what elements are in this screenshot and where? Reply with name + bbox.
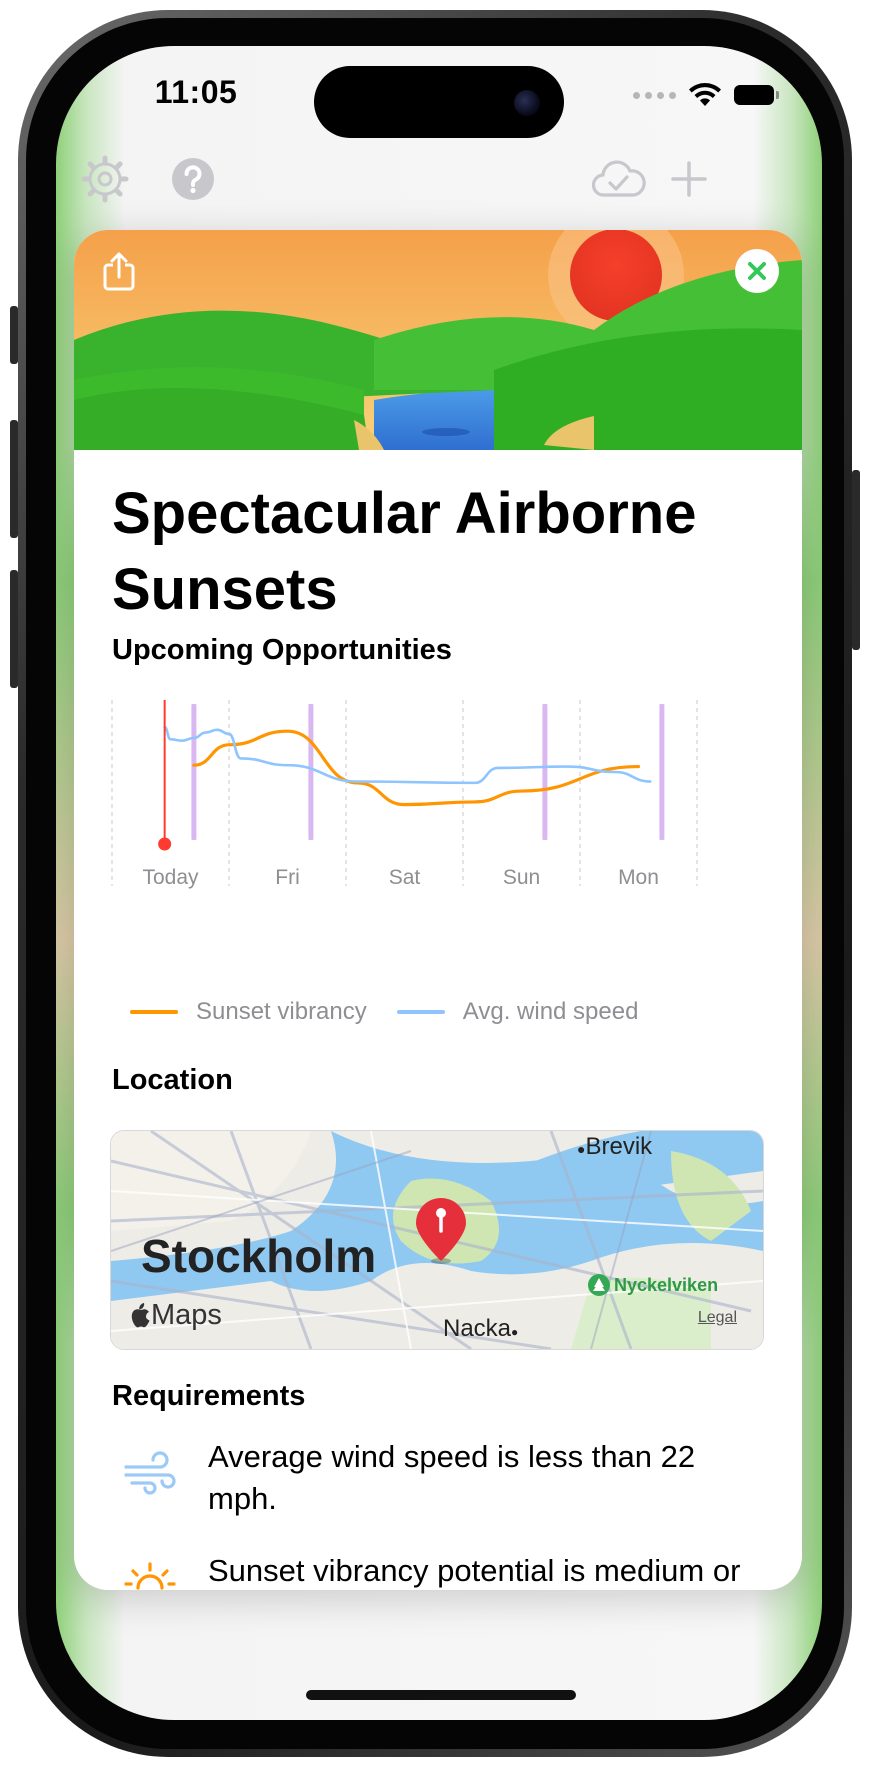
location-map[interactable]: ●Brevik Stockholm Nyckelviken Nacka● Map… bbox=[110, 1130, 764, 1350]
help-button[interactable] bbox=[168, 154, 218, 204]
section-heading-location: Location bbox=[112, 1064, 233, 1096]
gear-icon bbox=[81, 155, 129, 203]
legend-item-sunset: Sunset vibrancy bbox=[130, 998, 367, 1026]
hero-landscape-illustration bbox=[74, 230, 802, 450]
close-icon bbox=[735, 249, 779, 293]
opportunities-chart bbox=[111, 700, 698, 886]
requirement-sunset-text: Sunset vibrancy potential is medium or b… bbox=[208, 1553, 741, 1588]
sunset-card: Spectacular Airborne Sunsets Upcoming Op… bbox=[74, 230, 802, 1590]
settings-button[interactable] bbox=[80, 154, 130, 204]
icloud-check-icon bbox=[591, 160, 646, 197]
chart-tick-label: Sun bbox=[502, 866, 541, 889]
map-label-nyckelviken-group: Nyckelviken bbox=[587, 1273, 718, 1297]
chart-series-line bbox=[163, 725, 652, 785]
status-time: 11:05 bbox=[154, 74, 238, 110]
status-indicators bbox=[633, 80, 779, 110]
section-heading-requirements: Requirements bbox=[112, 1380, 306, 1412]
section-heading-upcoming: Upcoming Opportunities bbox=[112, 634, 452, 666]
chart-tick-label: Sat bbox=[388, 866, 421, 889]
card-title: Spectacular Airborne Sunsets bbox=[112, 481, 697, 622]
chart-now-dot bbox=[158, 837, 172, 851]
apple-logo-icon bbox=[131, 1302, 150, 1327]
chart-event-marker bbox=[308, 704, 314, 840]
requirement-sunset: Sunset vibrancy potential is medium or b… bbox=[112, 1550, 768, 1590]
map-legal-link[interactable]: Legal bbox=[698, 1309, 737, 1327]
volume-up-button bbox=[10, 420, 18, 538]
requirement-wind-text: Average wind speed is less than 22 mph. bbox=[208, 1439, 696, 1516]
power-button bbox=[852, 470, 860, 650]
apple-maps-logo: Maps bbox=[129, 1299, 222, 1332]
screen: 11:05 Spectacular Airborne Sunsets Upcom… bbox=[56, 46, 822, 1720]
help-icon bbox=[172, 158, 214, 200]
map-label-nacka: Nacka bbox=[443, 1315, 512, 1342]
chart-tick-label: Mon bbox=[618, 866, 659, 889]
plus-icon bbox=[671, 161, 707, 197]
map-pin-icon bbox=[416, 1198, 466, 1264]
map-label-nyckelviken: Nyckelviken bbox=[614, 1274, 719, 1295]
battery-icon bbox=[734, 85, 779, 105]
legend-item-wind: Avg. wind speed bbox=[396, 998, 639, 1026]
map-label-brevik: Brevik bbox=[585, 1133, 653, 1160]
chart-event-marker bbox=[191, 704, 197, 840]
icloud-sync-button[interactable] bbox=[588, 154, 648, 204]
camera-icon bbox=[514, 90, 540, 116]
close-button[interactable] bbox=[734, 248, 780, 294]
cellular-dots-icon bbox=[633, 91, 676, 99]
requirement-sunset-icon-wrap bbox=[112, 1550, 188, 1590]
chart-event-marker bbox=[542, 704, 548, 840]
add-button[interactable] bbox=[664, 154, 714, 204]
legend-label-sunset: Sunset vibrancy bbox=[196, 998, 367, 1025]
map-attribution: Maps bbox=[151, 1299, 222, 1331]
map-label-brevik-group: ●Brevik bbox=[577, 1133, 652, 1161]
park-icon bbox=[588, 1274, 610, 1296]
mute-switch bbox=[10, 306, 18, 364]
map-dot-nacka: ● bbox=[511, 1325, 519, 1339]
share-button[interactable] bbox=[96, 248, 142, 294]
chart-tick-label: Today bbox=[142, 866, 199, 889]
wind-icon bbox=[124, 1451, 176, 1495]
requirement-wind: Average wind speed is less than 22 mph. bbox=[112, 1436, 768, 1520]
map-city-label: Stockholm bbox=[141, 1230, 377, 1282]
map-label-nacka-group: Nacka● bbox=[443, 1315, 518, 1343]
home-indicator[interactable] bbox=[306, 1690, 576, 1700]
legend-label-wind: Avg. wind speed bbox=[462, 998, 639, 1025]
chart-event-marker bbox=[659, 704, 665, 840]
map-pin[interactable] bbox=[411, 1197, 471, 1272]
chart-legend: Sunset vibrancy Avg. wind speed bbox=[130, 998, 668, 1026]
volume-down-button bbox=[10, 570, 18, 688]
requirement-wind-icon-wrap bbox=[112, 1436, 188, 1512]
sunset-icon bbox=[124, 1562, 176, 1590]
legend-swatch-sunset bbox=[130, 1010, 178, 1014]
chart-tick-label: Fri bbox=[275, 866, 300, 889]
dynamic-island bbox=[314, 66, 564, 138]
wifi-icon bbox=[689, 83, 721, 106]
share-icon bbox=[103, 252, 135, 291]
legend-swatch-wind bbox=[396, 1010, 445, 1014]
